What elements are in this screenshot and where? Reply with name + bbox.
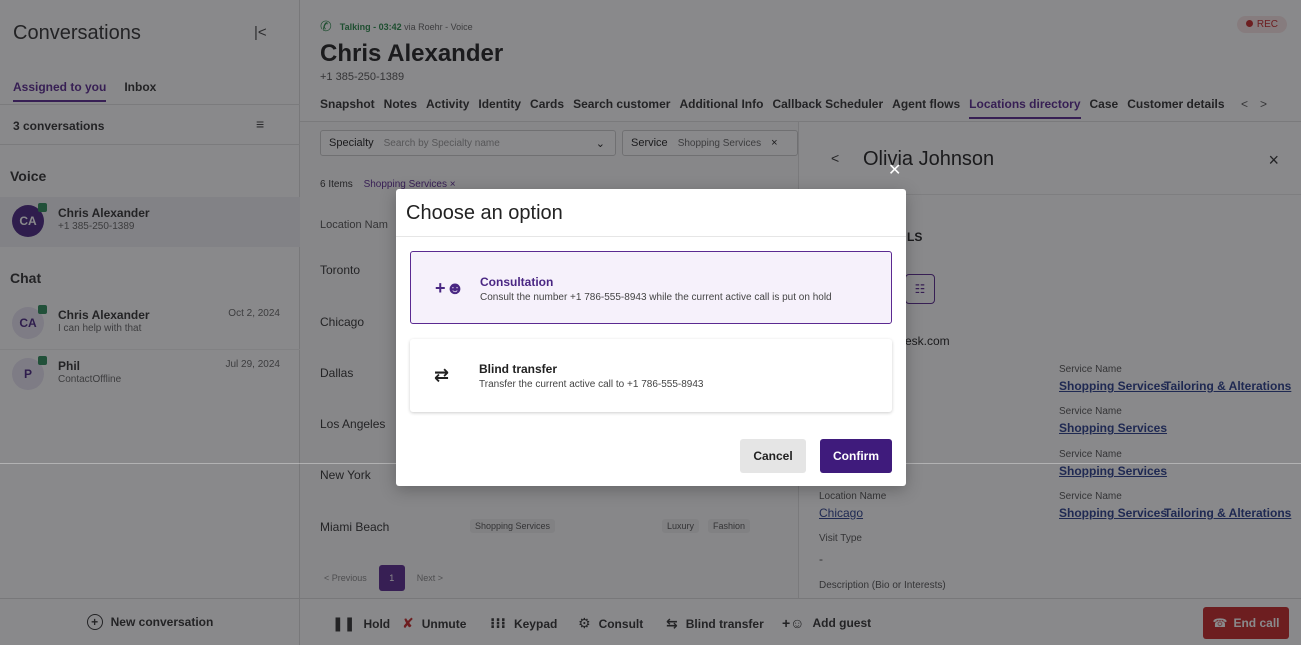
option-title: Blind transfer xyxy=(479,362,558,376)
option-title: Consultation xyxy=(480,275,554,289)
confirm-button[interactable]: Confirm xyxy=(820,439,892,473)
divider xyxy=(396,236,906,237)
choose-option-dialog: Choose an option +☻ Consultation Consult… xyxy=(396,189,906,486)
person-add-icon: +☻ xyxy=(435,278,465,298)
option-description: Transfer the current active call to +1 7… xyxy=(479,379,704,390)
cancel-button[interactable]: Cancel xyxy=(740,439,806,473)
option-description: Consult the number +1 786-555-8943 while… xyxy=(480,292,832,303)
option-consultation[interactable]: +☻ Consultation Consult the number +1 78… xyxy=(410,251,892,324)
close-icon[interactable]: ✕ xyxy=(888,160,901,180)
option-blind-transfer[interactable]: ⇄ Blind transfer Transfer the current ac… xyxy=(410,339,892,412)
swap-arrows-icon: ⇄ xyxy=(434,365,450,385)
dialog-title: Choose an option xyxy=(406,202,563,224)
